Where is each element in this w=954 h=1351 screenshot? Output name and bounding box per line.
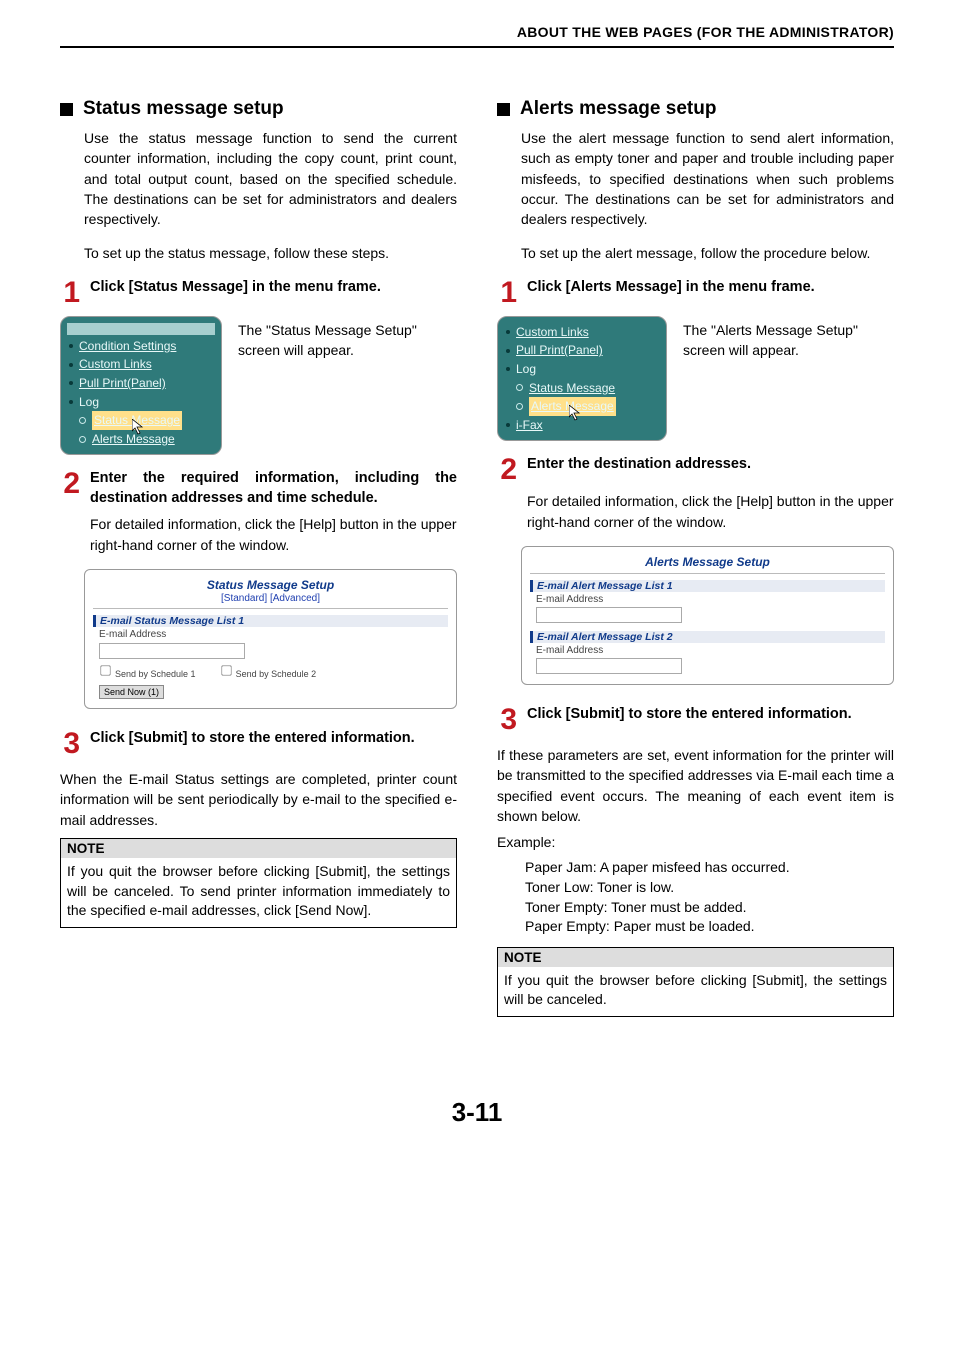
- alerts-intro: Use the alert message function to send a…: [521, 128, 894, 229]
- step-number-1: 1: [60, 278, 80, 308]
- email-field[interactable]: [99, 643, 245, 659]
- step1-title: Click [Status Message] in the menu frame…: [90, 278, 457, 308]
- alerts-intro2: To set up the alert message, follow the …: [521, 243, 894, 263]
- alerts-after: If these parameters are set, event infor…: [497, 745, 894, 826]
- shot-title: Status Message Setup: [93, 578, 448, 592]
- menu-link[interactable]: Pull Print(Panel): [516, 341, 603, 360]
- step-number-2: 2: [60, 469, 80, 508]
- menu-link[interactable]: Pull Print(Panel): [79, 374, 166, 393]
- menu-text: Log: [79, 393, 99, 412]
- step2-title: Enter the required information, includin…: [90, 469, 457, 508]
- step3r-title: Click [Submit] to store the entered info…: [527, 705, 894, 735]
- status-intro2: To set up the status message, follow the…: [84, 243, 457, 263]
- step-number-3: 3: [60, 729, 80, 759]
- page-header: ABOUT THE WEB PAGES (FOR THE ADMINISTRAT…: [60, 24, 894, 40]
- menu-link-highlighted[interactable]: Status Message: [92, 411, 182, 430]
- menu-link[interactable]: Custom Links: [79, 355, 152, 374]
- note-head: NOTE: [498, 948, 893, 967]
- send-now-button[interactable]: Send Now (1): [99, 685, 164, 699]
- example-item: Paper Empty: Paper must be loaded.: [525, 917, 894, 937]
- step-number-1: 1: [497, 278, 517, 308]
- shot-tab-advanced[interactable]: [Advanced]: [270, 593, 320, 604]
- example-list: Paper Jam: A paper misfeed has occurred.…: [525, 858, 894, 936]
- menu-link[interactable]: Status Message: [529, 379, 615, 398]
- note-head: NOTE: [61, 839, 456, 858]
- status-setup-screenshot: Status Message Setup [Standard] [Advance…: [84, 569, 457, 709]
- step1r-caption: The "Alerts Message Setup" screen will a…: [683, 316, 894, 442]
- cursor-icon: [132, 419, 146, 435]
- page-number: 3-11: [60, 1097, 894, 1128]
- example-item: Toner Low: Toner is low.: [525, 878, 894, 898]
- step2r-detail: For detailed information, click the [Hel…: [527, 491, 894, 532]
- step2-detail: For detailed information, click the [Hel…: [90, 514, 457, 555]
- note-body: If you quit the browser before clicking …: [498, 967, 893, 1016]
- menu-link[interactable]: Condition Settings: [79, 337, 176, 356]
- shot-group: E-mail Status Message List 1: [93, 615, 448, 627]
- note-box-alerts: NOTE If you quit the browser before clic…: [497, 947, 894, 1017]
- step1-caption: The "Status Message Setup" screen will a…: [238, 316, 457, 456]
- menu-link[interactable]: i-Fax: [516, 416, 543, 435]
- shot-group1: E-mail Alert Message List 1: [530, 580, 885, 592]
- step-number-3: 3: [497, 705, 517, 735]
- email-field[interactable]: [536, 658, 682, 674]
- example-item: Toner Empty: Toner must be added.: [525, 898, 894, 918]
- example-label: Example:: [497, 832, 894, 852]
- shot-group2: E-mail Alert Message List 2: [530, 631, 885, 643]
- square-bullet-icon: [497, 103, 510, 116]
- email-field[interactable]: [536, 607, 682, 623]
- status-intro: Use the status message function to send …: [84, 128, 457, 229]
- schedule1-checkbox[interactable]: Send by Schedule 1: [99, 664, 196, 679]
- menu-screenshot-alerts: Custom Links Pull Print(Panel) Log Statu…: [497, 316, 667, 442]
- square-bullet-icon: [60, 103, 73, 116]
- cursor-icon: [569, 405, 583, 421]
- menu-text: Log: [516, 360, 536, 379]
- shot-label: E-mail Address: [536, 594, 885, 605]
- alerts-setup-screenshot: Alerts Message Setup E-mail Alert Messag…: [521, 546, 894, 685]
- shot-tab-standard[interactable]: [Standard]: [221, 593, 267, 604]
- step-number-2: 2: [497, 455, 517, 485]
- right-column: Alerts message setup Use the alert messa…: [497, 98, 894, 1017]
- schedule2-checkbox[interactable]: Send by Schedule 2: [220, 664, 317, 679]
- step3-title: Click [Submit] to store the entered info…: [90, 729, 457, 759]
- section-title-alerts: Alerts message setup: [520, 98, 716, 120]
- note-body: If you quit the browser before clicking …: [61, 858, 456, 927]
- menu-link[interactable]: Custom Links: [516, 323, 589, 342]
- example-item: Paper Jam: A paper misfeed has occurred.: [525, 858, 894, 878]
- left-column: Status message setup Use the status mess…: [60, 98, 457, 1017]
- shot-label: E-mail Address: [536, 645, 885, 656]
- note-box-status: NOTE If you quit the browser before clic…: [60, 838, 457, 928]
- status-after: When the E-mail Status settings are comp…: [60, 769, 457, 830]
- section-title-status: Status message setup: [83, 98, 284, 120]
- step1r-title: Click [Alerts Message] in the menu frame…: [527, 278, 894, 308]
- menu-link-highlighted[interactable]: Alerts Message: [529, 397, 616, 416]
- menu-screenshot-status: Condition Settings Custom Links Pull Pri…: [60, 316, 222, 456]
- header-divider: [60, 46, 894, 48]
- step2r-title: Enter the destination addresses.: [527, 455, 894, 485]
- shot-label: E-mail Address: [99, 629, 448, 640]
- shot-title: Alerts Message Setup: [530, 555, 885, 569]
